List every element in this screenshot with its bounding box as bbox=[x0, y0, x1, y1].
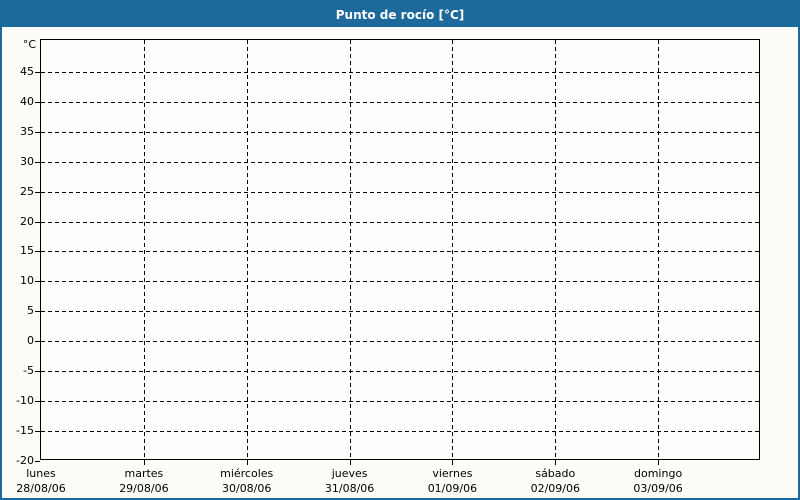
y-axis-unit-label: °C bbox=[22, 38, 36, 51]
x-tick-mark bbox=[658, 461, 660, 465]
y-axis-tick-label: 45 bbox=[20, 64, 34, 78]
y-axis-tick-label: -5 bbox=[23, 364, 34, 378]
y-axis-tick-label: 5 bbox=[27, 304, 34, 318]
y-axis-tick-label: 25 bbox=[20, 184, 34, 198]
v-gridline bbox=[658, 40, 660, 461]
x-tick-mark bbox=[452, 461, 454, 465]
x-axis-date-label: 29/08/06 bbox=[119, 482, 169, 495]
y-tick-mark bbox=[35, 431, 40, 433]
y-tick-mark bbox=[35, 191, 40, 193]
y-tick-mark bbox=[35, 251, 40, 253]
h-gridline bbox=[41, 221, 761, 223]
h-gridline bbox=[41, 161, 761, 163]
h-gridline bbox=[41, 431, 761, 433]
h-gridline bbox=[41, 71, 761, 73]
y-tick-mark bbox=[35, 221, 40, 223]
h-gridline bbox=[41, 101, 761, 103]
x-axis-date-label: 31/08/06 bbox=[324, 482, 375, 495]
h-gridline bbox=[41, 251, 761, 253]
h-gridline bbox=[41, 281, 761, 283]
y-tick-mark bbox=[35, 71, 40, 73]
h-gridline bbox=[41, 131, 761, 133]
x-axis-day-label: miércoles bbox=[220, 467, 274, 480]
y-axis-tick-label: -20 bbox=[16, 454, 34, 467]
x-axis-date-label: 03/09/06 bbox=[633, 482, 683, 495]
v-gridline bbox=[555, 40, 557, 461]
x-axis-day-label: sábado bbox=[535, 467, 576, 480]
y-axis-tick-label: 0 bbox=[27, 334, 34, 348]
y-axis-tick-label: -10 bbox=[16, 394, 34, 408]
h-gridline bbox=[41, 341, 761, 343]
h-gridline bbox=[41, 311, 761, 313]
y-axis-tick-label: 40 bbox=[20, 94, 34, 108]
h-gridline bbox=[41, 371, 761, 373]
y-axis-tick-label: 20 bbox=[20, 214, 34, 228]
y-tick-mark bbox=[35, 311, 40, 313]
x-axis-day-label: lunes bbox=[26, 467, 56, 480]
y-tick-mark bbox=[35, 101, 40, 103]
v-gridline bbox=[143, 40, 145, 461]
x-axis-date-label: 02/09/06 bbox=[530, 482, 580, 495]
v-gridline bbox=[452, 40, 454, 461]
x-axis-date-label: 30/08/06 bbox=[221, 482, 272, 495]
x-axis-day-label: martes bbox=[124, 467, 164, 480]
plot-area: 45 40 35 30 25 20 15 10 5 0 -5 -10 -15 -20 lunes 28/08/… bbox=[16, 39, 761, 495]
y-tick-mark bbox=[35, 341, 40, 343]
y-tick-mark bbox=[35, 131, 40, 133]
x-tick-mark bbox=[349, 461, 351, 465]
h-gridline bbox=[41, 401, 761, 403]
x-tick-mark bbox=[555, 461, 557, 465]
x-axis-day-label: viernes bbox=[432, 467, 473, 480]
y-tick-mark bbox=[35, 371, 40, 373]
y-tick-mark bbox=[35, 281, 40, 283]
y-tick-mark bbox=[35, 401, 40, 403]
y-axis-tick-label: 30 bbox=[20, 154, 34, 168]
y-axis-tick-label: 15 bbox=[20, 244, 34, 258]
chart-title: Punto de rocío [°C] bbox=[335, 7, 465, 22]
y-tick-mark bbox=[35, 161, 40, 163]
v-gridline bbox=[349, 40, 351, 461]
v-gridline bbox=[246, 40, 248, 461]
h-gridline bbox=[41, 191, 761, 193]
x-tick-mark bbox=[143, 461, 145, 465]
x-axis-date-label: 28/08/06 bbox=[16, 482, 66, 495]
y-tick-mark bbox=[35, 461, 40, 462]
y-axis-tick-label: 10 bbox=[20, 274, 34, 288]
chart-window: Punto de rocío [°C] °C 45 40 35 30 25 20 15 10 5… bbox=[0, 0, 800, 500]
x-tick-mark bbox=[246, 461, 248, 465]
y-axis-tick-label: -15 bbox=[16, 424, 34, 438]
x-axis-date-label: 01/09/06 bbox=[427, 482, 478, 495]
x-axis-day-label: domingo bbox=[634, 467, 683, 480]
x-axis-day-label: jueves bbox=[331, 467, 368, 480]
chart-title-bar: Punto de rocío [°C] bbox=[2, 2, 798, 27]
y-axis-tick-label: 35 bbox=[20, 124, 34, 138]
